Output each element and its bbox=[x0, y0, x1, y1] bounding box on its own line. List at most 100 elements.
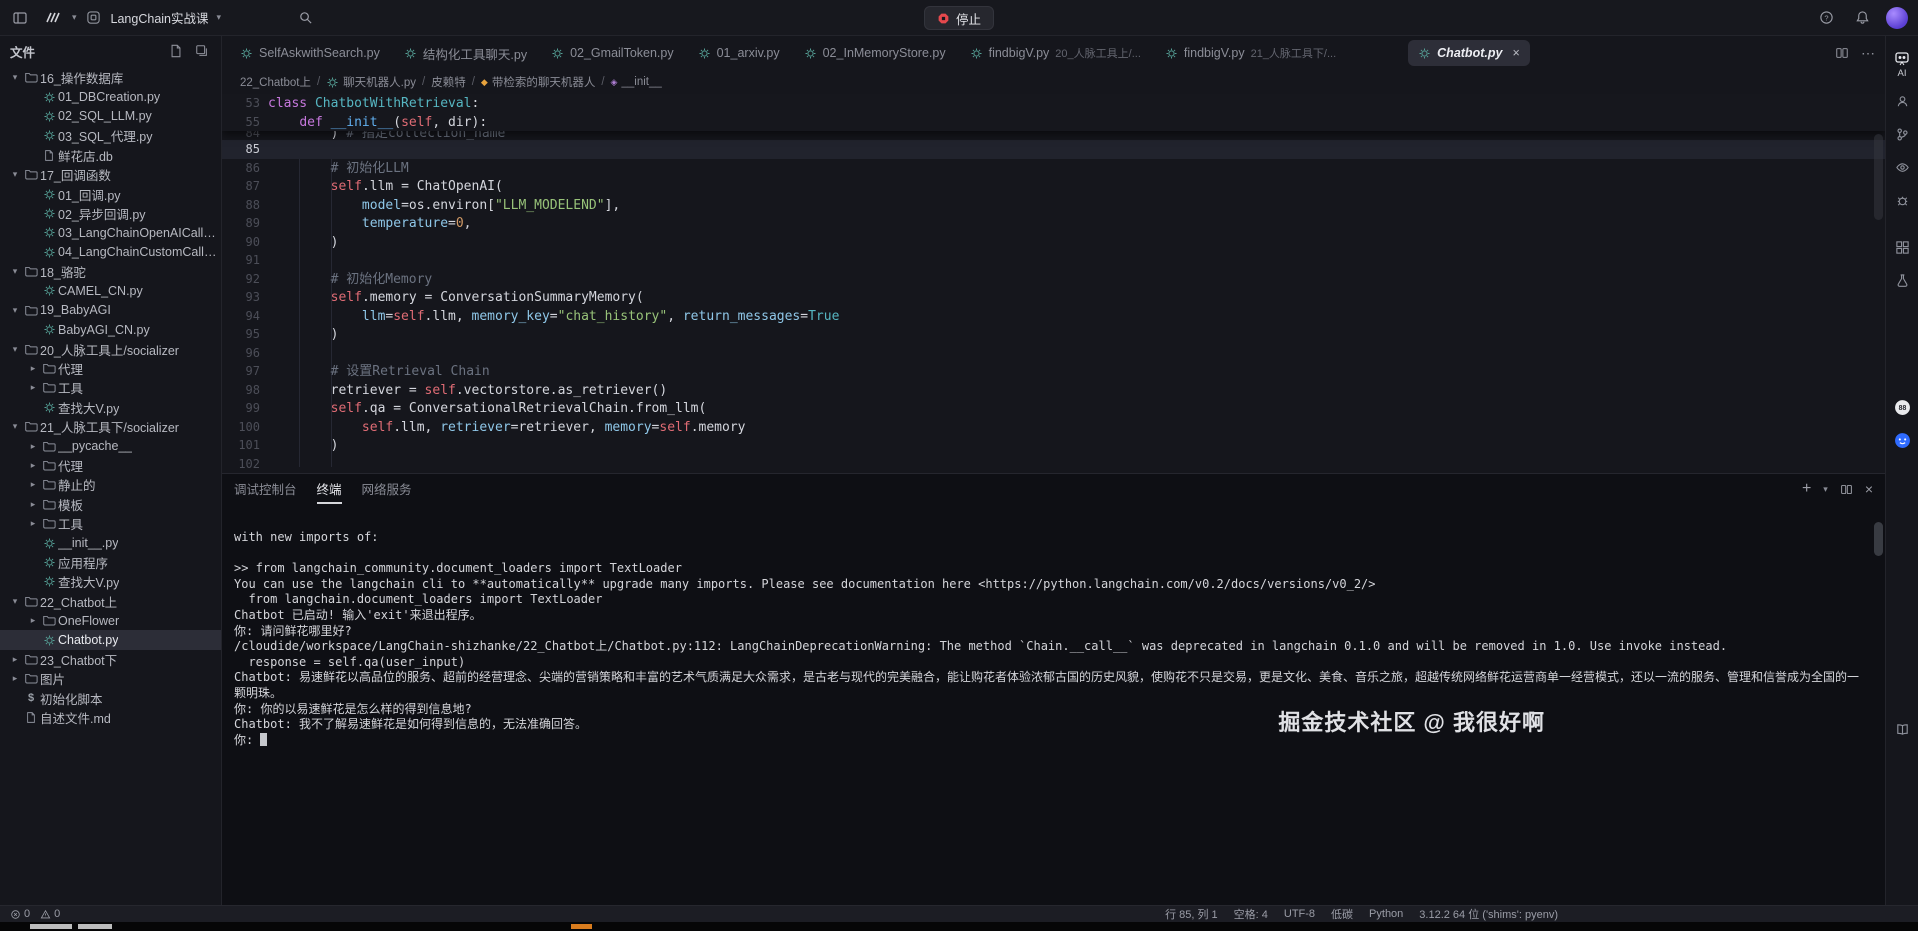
eye-icon[interactable] bbox=[1890, 155, 1914, 179]
workspace-chevron-icon[interactable]: ▾ bbox=[217, 12, 222, 23]
bug-icon[interactable] bbox=[1890, 188, 1914, 212]
tree-item-OneFlower[interactable]: ▸OneFlower bbox=[0, 611, 221, 630]
tree-item-18_骆驼[interactable]: ▾18_骆驼 bbox=[0, 262, 221, 281]
search-icon[interactable] bbox=[293, 6, 317, 30]
tree-item-__init__.py[interactable]: __init__.py bbox=[0, 533, 221, 552]
editor-tab-02_GmailToken.py[interactable]: 02_GmailToken.py bbox=[541, 40, 684, 66]
tree-item-鲜花店.db[interactable]: 鲜花店.db bbox=[0, 146, 221, 165]
editor-tab-结构化工具聊天.py[interactable]: 结构化工具聊天.py bbox=[394, 40, 537, 66]
editor-tab-01_arxiv.py[interactable]: 01_arxiv.py bbox=[688, 40, 790, 66]
tree-item-21_人脉工具下/socializer[interactable]: ▾21_人脉工具下/socializer bbox=[0, 417, 221, 436]
grid-icon[interactable] bbox=[1890, 235, 1914, 259]
editor-tab-02_InMemoryStore.py[interactable]: 02_InMemoryStore.py bbox=[794, 40, 956, 66]
branch-icon[interactable] bbox=[1890, 122, 1914, 146]
ai-assistant-button[interactable]: AI bbox=[1894, 50, 1910, 79]
more-actions-icon[interactable]: ⋯ bbox=[1861, 45, 1875, 62]
tree-item-19_BabyAGI[interactable]: ▾19_BabyAGI bbox=[0, 301, 221, 320]
tree-item-代理[interactable]: ▸代理 bbox=[0, 359, 221, 378]
tree-item-17_回调函数[interactable]: ▾17_回调函数 bbox=[0, 165, 221, 184]
book-icon[interactable] bbox=[1890, 717, 1914, 741]
tree-item-Chatbot.py[interactable]: Chatbot.py bbox=[0, 630, 221, 649]
editor-scrollbar[interactable] bbox=[1874, 134, 1883, 220]
tree-item-__pycache__[interactable]: ▸__pycache__ bbox=[0, 436, 221, 455]
error-count[interactable]: 0 bbox=[10, 908, 30, 920]
code-text: self.memory = ConversationSummaryMemory( bbox=[268, 290, 644, 305]
collapse-folders-icon[interactable] bbox=[193, 42, 211, 60]
tree-item-自述文件.md[interactable]: 自述文件.md bbox=[0, 708, 221, 727]
badge-88-icon[interactable]: 88 bbox=[1890, 395, 1914, 419]
status-cursor-position[interactable]: 行 85, 列 1 bbox=[1165, 906, 1218, 922]
tree-item-查找大V.py[interactable]: 查找大V.py bbox=[0, 572, 221, 591]
editor-tab-SelfAskwithSearch.py[interactable]: SelfAskwithSearch.py bbox=[230, 40, 390, 66]
tree-item-代理[interactable]: ▸代理 bbox=[0, 456, 221, 475]
tree-item-22_Chatbot上[interactable]: ▾22_Chatbot上 bbox=[0, 592, 221, 611]
tree-chevron-icon: ▸ bbox=[26, 499, 40, 510]
tree-item-03_LangChainOpenAICallback....[interactable]: 03_LangChainOpenAICallback.... bbox=[0, 223, 221, 242]
terminal-output[interactable]: with new imports of: >> from langchain_c… bbox=[222, 504, 1885, 748]
status-eco-mode[interactable]: 低碳 bbox=[1331, 906, 1353, 922]
status-language-mode[interactable]: Python bbox=[1369, 908, 1403, 920]
breadcrumb-item[interactable]: 聊天机器人.py bbox=[326, 74, 416, 90]
help-icon[interactable]: ? bbox=[1814, 6, 1838, 30]
tree-item-04_LangChainCustomCallback....[interactable]: 04_LangChainCustomCallback.... bbox=[0, 243, 221, 262]
bell-icon[interactable] bbox=[1850, 6, 1874, 30]
tree-item-03_SQL_代理.py[interactable]: 03_SQL_代理.py bbox=[0, 126, 221, 145]
panel-tab-网络服务[interactable]: 网络服务 bbox=[362, 474, 412, 504]
line-number: 53 bbox=[222, 94, 260, 113]
tree-item-模板[interactable]: ▸模板 bbox=[0, 495, 221, 514]
split-editor-icon[interactable] bbox=[1835, 46, 1849, 60]
person-icon[interactable] bbox=[1890, 89, 1914, 113]
app-logo-icon[interactable] bbox=[40, 6, 64, 30]
sidebar-toggle-icon[interactable] bbox=[8, 6, 32, 30]
status-indentation[interactable]: 空格: 4 bbox=[1234, 906, 1268, 922]
tree-item-查找大V.py[interactable]: 查找大V.py bbox=[0, 398, 221, 417]
tree-item-初始化脚本[interactable]: $初始化脚本 bbox=[0, 689, 221, 708]
editor-tab-findbigV.py[interactable]: findbigV.py20_人脉工具上/... bbox=[960, 40, 1151, 66]
tree-item-01_回调.py[interactable]: 01_回调.py bbox=[0, 184, 221, 203]
split-terminal-icon[interactable] bbox=[1840, 483, 1853, 496]
close-panel-icon[interactable]: × bbox=[1865, 481, 1873, 497]
tree-item-16_操作数据库[interactable]: ▾16_操作数据库 bbox=[0, 68, 221, 87]
tree-item-02_SQL_LLM.py[interactable]: 02_SQL_LLM.py bbox=[0, 107, 221, 126]
terminal-dropdown-icon[interactable]: ▾ bbox=[1823, 484, 1828, 495]
tree-item-01_DBCreation.py[interactable]: 01_DBCreation.py bbox=[0, 87, 221, 106]
code-editor[interactable]: 53class ChatbotWithRetrieval:55 def __in… bbox=[222, 94, 1885, 473]
tree-chevron-icon: ▸ bbox=[26, 518, 40, 529]
warning-count[interactable]: 0 bbox=[40, 908, 60, 920]
progress-segment bbox=[78, 924, 112, 929]
tree-item-图片[interactable]: ▸图片 bbox=[0, 669, 221, 688]
stop-button[interactable]: 停止 bbox=[924, 6, 994, 30]
user-avatar[interactable] bbox=[1886, 7, 1908, 29]
new-terminal-icon[interactable]: + bbox=[1802, 480, 1811, 498]
tree-item-静止的[interactable]: ▸静止的 bbox=[0, 475, 221, 494]
flask-icon[interactable] bbox=[1890, 268, 1914, 292]
tree-item-20_人脉工具上/socializer[interactable]: ▾20_人脉工具上/socializer bbox=[0, 339, 221, 358]
tab-close-icon[interactable]: × bbox=[1512, 46, 1519, 60]
line-number: 91 bbox=[222, 251, 260, 270]
tree-item-02_异步回调.py[interactable]: 02_异步回调.py bbox=[0, 204, 221, 223]
open-file-icon[interactable] bbox=[167, 42, 185, 60]
tree-item-23_Chatbot下[interactable]: ▸23_Chatbot下 bbox=[0, 650, 221, 669]
tree-item-label: 工具 bbox=[58, 378, 83, 397]
tree-item-CAMEL_CN.py[interactable]: CAMEL_CN.py bbox=[0, 281, 221, 300]
workspace-name[interactable]: LangChain实战课 bbox=[111, 8, 209, 27]
logo-menu-chevron-icon[interactable]: ▾ bbox=[72, 12, 77, 23]
tree-item-BabyAGI_CN.py[interactable]: BabyAGI_CN.py bbox=[0, 320, 221, 339]
tree-item-工具[interactable]: ▸工具 bbox=[0, 514, 221, 533]
breadcrumb-item[interactable]: 22_Chatbot上 bbox=[240, 74, 311, 90]
blue-face-icon[interactable] bbox=[1890, 428, 1914, 452]
tree-item-label: 代理 bbox=[58, 359, 83, 378]
editor-tab-Chatbot.py[interactable]: Chatbot.py× bbox=[1408, 40, 1530, 66]
panel-tab-终端[interactable]: 终端 bbox=[317, 474, 342, 504]
tree-item-工具[interactable]: ▸工具 bbox=[0, 378, 221, 397]
breadcrumb-item[interactable]: ◆带检索的聊天机器人 bbox=[481, 74, 595, 90]
status-encoding[interactable]: UTF-8 bbox=[1284, 908, 1315, 920]
panel-tab-调试控制台[interactable]: 调试控制台 bbox=[234, 474, 297, 504]
status-python-interpreter[interactable]: 3.12.2 64 位 ('shims': pyenv) bbox=[1419, 906, 1558, 922]
tree-item-应用程序[interactable]: 应用程序 bbox=[0, 553, 221, 572]
tree-chevron-icon: ▾ bbox=[8, 305, 22, 316]
editor-tab-findbigV.py[interactable]: findbigV.py21_人脉工具下/... bbox=[1155, 40, 1346, 66]
terminal-scrollbar[interactable] bbox=[1874, 522, 1883, 556]
breadcrumb-item[interactable]: ◈__init__ bbox=[611, 76, 662, 88]
breadcrumb-item[interactable]: 皮赖特 bbox=[431, 74, 466, 90]
